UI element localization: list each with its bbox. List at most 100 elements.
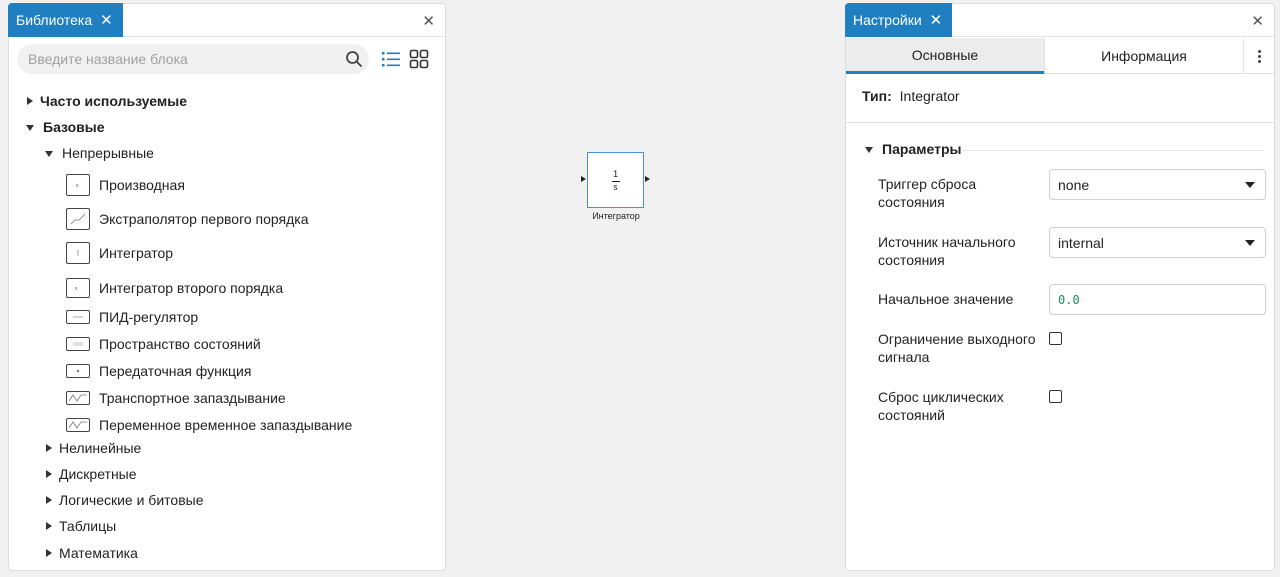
integrator-canvas-block[interactable]: 1 s [587, 152, 644, 208]
tree-group-label: Дискретные [59, 466, 137, 482]
caret-right-icon [46, 444, 52, 452]
tree-block-item[interactable]: Интегратор [66, 242, 173, 264]
dropdown-arrow-icon [1245, 240, 1255, 246]
caret-down-icon [45, 151, 53, 157]
tree-block-label: Переменное временное запаздывание [99, 417, 353, 433]
tree-group-nonlinear[interactable]: Нелинейные [46, 438, 141, 458]
section-title: Параметры [882, 141, 962, 157]
block-type-row: Тип: Integrator [862, 88, 960, 104]
fraction-bar [611, 181, 620, 182]
settings-tab-label: Настройки [853, 12, 922, 28]
tree-block-item[interactable]: x Интегратор второго порядка [66, 278, 283, 298]
tree-group-label: Логические и битовые [59, 492, 204, 508]
initial-source-select[interactable]: internal [1049, 227, 1266, 258]
tree-block-label: Производная [99, 177, 185, 193]
type-value: Integrator [899, 88, 960, 104]
select-value: internal [1058, 234, 1104, 251]
tree-block-item[interactable]: Переменное временное запаздывание [66, 415, 352, 435]
library-panel-close-icon[interactable]: ✕ [422, 12, 435, 30]
caret-right-icon [46, 522, 52, 530]
derivative-block-icon: s [66, 174, 90, 196]
tree-group-label: Часто используемые [40, 93, 187, 109]
block-numerator: 1 [612, 170, 619, 180]
block-search-input[interactable] [17, 44, 317, 74]
svg-text:s: s [76, 183, 79, 188]
tree-group-label: Нелинейные [59, 440, 142, 456]
state-space-block-icon [66, 337, 90, 351]
tree-block-label: Интегратор второго порядка [99, 280, 284, 296]
block-caption[interactable]: Интегратор [570, 211, 662, 221]
tree-block-item[interactable]: s Производная [66, 174, 185, 196]
caret-down-icon [26, 125, 34, 131]
integrator-block-icon [66, 242, 90, 264]
extrapolator-block-icon [66, 208, 90, 230]
caret-right-icon [27, 97, 33, 105]
library-search [17, 44, 369, 74]
caret-right-icon [46, 470, 52, 478]
tree-group-label: Таблицы [59, 518, 117, 534]
cyclic-reset-label: Сброс циклических состояний [878, 389, 1004, 423]
tree-group-logic[interactable]: Логические и битовые [46, 490, 203, 510]
tab-main[interactable]: Основные [846, 38, 1044, 74]
library-search-row [17, 44, 435, 74]
tree-group-discrete[interactable]: Дискретные [46, 464, 137, 484]
list-view-icon[interactable] [381, 49, 401, 69]
tree-block-label: Передаточная функция [99, 363, 252, 379]
input-port-icon[interactable] [581, 176, 586, 182]
view-toggle [381, 49, 429, 69]
tree-group-math[interactable]: Математика [46, 543, 138, 563]
block-denominator: s [612, 183, 619, 193]
svg-text:x: x [75, 286, 78, 291]
select-value: none [1058, 176, 1090, 193]
library-tab-label: Библиотека [16, 12, 93, 28]
library-tab-close-icon[interactable]: ✕ [100, 11, 113, 29]
tree-group-basic[interactable]: Базовые [26, 117, 105, 137]
transport-delay-block-icon [66, 391, 90, 405]
tree-block-item[interactable]: Пространство состояний [66, 334, 261, 354]
cyclic-reset-checkbox[interactable] [1049, 390, 1062, 403]
settings-panel: Настройки ✕ ✕ Основные Информация Тип: I… [845, 3, 1275, 571]
tree-block-item[interactable]: Транспортное запаздывание [66, 388, 286, 408]
tab-info[interactable]: Информация [1044, 38, 1243, 74]
library-tab[interactable]: Библиотека ✕ [8, 3, 123, 37]
settings-subtabs: Основные Информация [846, 38, 1274, 74]
tree-group-tables[interactable]: Таблицы [46, 516, 116, 536]
settings-tabbar: Настройки ✕ ✕ [845, 3, 1274, 37]
variable-delay-block-icon [66, 418, 90, 432]
divider [846, 122, 1274, 123]
initial-source-label: Источник начального состояния [878, 234, 1016, 268]
output-port-icon[interactable] [645, 176, 650, 182]
type-label: Тип: [862, 88, 892, 104]
caret-right-icon [46, 496, 52, 504]
caret-right-icon [46, 549, 52, 557]
tree-block-label: ПИД-регулятор [99, 309, 199, 325]
tree-group-frequent[interactable]: Часто используемые [27, 91, 187, 111]
library-panel: Библиотека ✕ ✕ Введите название блока Ча… [8, 3, 446, 571]
library-tabbar: Библиотека ✕ ✕ [8, 3, 445, 37]
more-options-icon[interactable] [1243, 38, 1275, 74]
search-icon[interactable] [345, 50, 363, 68]
tree-group-label: Базовые [43, 119, 105, 135]
tree-block-item[interactable]: Передаточная функция [66, 361, 251, 381]
settings-tab[interactable]: Настройки ✕ [845, 3, 953, 37]
parameters-section-header[interactable]: Параметры [865, 141, 962, 157]
tree-block-item[interactable]: Экстраполятор первого порядка [66, 208, 309, 230]
pid-block-icon [66, 310, 90, 324]
tree-group-continuous[interactable]: Непрерывные [45, 143, 154, 163]
transfer-function-block-icon [66, 364, 90, 378]
settings-tab-close-icon[interactable]: ✕ [930, 11, 943, 29]
settings-panel-close-icon[interactable]: ✕ [1251, 12, 1264, 30]
second-order-integrator-block-icon: x [66, 278, 90, 298]
output-limit-checkbox[interactable] [1049, 332, 1062, 345]
tree-block-label: Интегратор [99, 245, 174, 261]
tree-group-label: Математика [59, 545, 138, 561]
tree-block-item[interactable]: ПИД-регулятор [66, 307, 198, 327]
caret-down-icon [865, 147, 873, 153]
dropdown-arrow-icon [1245, 182, 1255, 188]
initial-value-label: Начальное значение [878, 291, 1014, 307]
output-limit-label: Ограничение выходного сигнала [878, 331, 1036, 365]
tree-block-label: Пространство состояний [99, 336, 261, 352]
reset-trigger-select[interactable]: none [1049, 169, 1266, 200]
grid-view-icon[interactable] [409, 49, 429, 69]
initial-value-input[interactable]: 0.0 [1049, 284, 1266, 315]
